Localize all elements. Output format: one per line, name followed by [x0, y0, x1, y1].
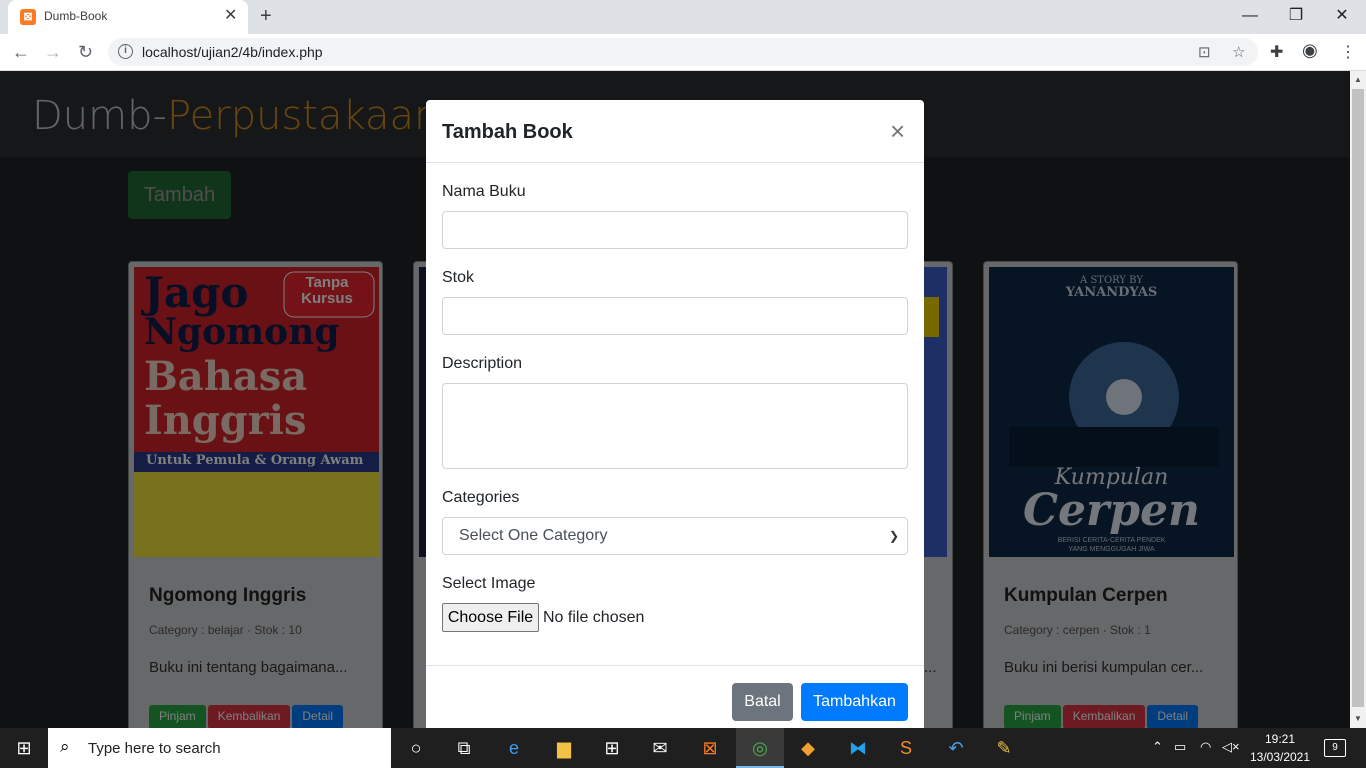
scroll-up-icon[interactable]: ▲ [1354, 75, 1362, 84]
choose-file-button[interactable]: Choose File [442, 603, 539, 632]
book-name-input[interactable] [442, 211, 908, 249]
notification-center-icon[interactable]: 9 [1324, 739, 1346, 757]
address-bar[interactable]: i localhost/ujian2/4b/index.php ⊡ ☆ [108, 38, 1258, 66]
menu-kebab-icon[interactable]: ⋮ [1340, 42, 1356, 62]
modal-header: Tambah Book × [426, 100, 924, 163]
extensions-puzzle-icon[interactable]: ✚ [1270, 42, 1283, 62]
windows-taskbar: ⊞ ⌕ Type here to search ○ ⧉ e ▆ ⊞ ✉ ⊠ ◎ … [0, 728, 1366, 768]
chevron-down-icon: ❯ [888, 529, 899, 543]
store-icon[interactable]: ⊞ [588, 728, 636, 768]
git-icon[interactable]: ◆ [784, 728, 832, 768]
info-icon[interactable]: i [118, 44, 133, 59]
app-arrow-icon[interactable]: ↶ [932, 728, 980, 768]
xampp-favicon-icon: ⊠ [20, 9, 36, 25]
taskbar-search[interactable]: ⌕ Type here to search [48, 728, 391, 768]
scroll-down-icon[interactable]: ▼ [1354, 714, 1362, 723]
page-scrollbar[interactable]: ▲ ▼ [1350, 71, 1366, 728]
edge-icon[interactable]: e [490, 728, 538, 768]
file-status-text: No file chosen [543, 609, 645, 626]
submit-button[interactable]: Tambahkan [801, 683, 908, 721]
forward-arrow-icon[interactable]: → [44, 41, 62, 63]
modal-close-icon[interactable]: × [890, 116, 905, 146]
categories-label: Categories [442, 489, 520, 506]
tray-chevron-up-icon[interactable]: ⌃ [1152, 739, 1163, 755]
modal-title: Tambah Book [442, 121, 573, 143]
paint-icon[interactable]: ✎ [980, 728, 1028, 768]
add-book-modal: Tambah Book × Nama Buku Stok Description… [426, 100, 924, 740]
task-view-icon[interactable]: ⧉ [440, 728, 488, 768]
volume-muted-icon[interactable]: ◁× [1222, 739, 1240, 755]
bookmark-star-icon[interactable]: ☆ [1232, 43, 1245, 61]
tab-title: Dumb-Book [44, 9, 108, 23]
search-icon: ⌕ [60, 737, 70, 756]
cortana-icon[interactable]: ○ [392, 728, 440, 768]
chrome-icon[interactable]: ◎ [736, 728, 784, 768]
cancel-button[interactable]: Batal [732, 683, 793, 721]
battery-icon[interactable]: ▭ [1174, 739, 1186, 755]
book-name-label: Nama Buku [442, 183, 526, 200]
tray-date[interactable]: 13/03/2021 [1248, 750, 1312, 764]
description-label: Description [442, 355, 523, 372]
stock-input[interactable] [442, 297, 908, 335]
new-tab-button[interactable]: + [260, 6, 272, 26]
tab-close-icon[interactable]: ✕ [224, 7, 237, 25]
profile-avatar-icon[interactable]: ◉ [1302, 40, 1318, 61]
mail-icon[interactable]: ✉ [636, 728, 684, 768]
reload-icon[interactable]: ↻ [78, 41, 93, 63]
wifi-icon[interactable]: ◠ [1200, 739, 1211, 755]
tray-time[interactable]: 19:21 [1250, 732, 1310, 746]
scroll-thumb[interactable] [1352, 89, 1364, 707]
back-arrow-icon[interactable]: ← [12, 41, 30, 63]
browser-toolbar: ← → ↻ i localhost/ujian2/4b/index.php ⊡ … [0, 34, 1366, 71]
category-select[interactable]: Select One Category ❯ [442, 517, 908, 555]
file-explorer-icon[interactable]: ▆ [540, 728, 588, 768]
taskbar-search-text[interactable]: Type here to search [88, 740, 221, 757]
description-textarea[interactable] [442, 383, 908, 469]
minimize-button[interactable]: — [1230, 4, 1270, 28]
window-close-button[interactable]: ✕ [1322, 4, 1362, 28]
vscode-icon[interactable]: ⧓ [834, 728, 882, 768]
translate-icon[interactable]: ⊡ [1198, 43, 1211, 61]
url-text[interactable]: localhost/ujian2/4b/index.php [142, 44, 323, 60]
maximize-button[interactable]: ❐ [1276, 4, 1316, 28]
sublime-icon[interactable]: S [882, 728, 930, 768]
stock-label: Stok [442, 269, 475, 286]
browser-tab[interactable]: ⊠ Dumb-Book ✕ [8, 0, 248, 34]
xampp-icon[interactable]: ⊠ [686, 728, 734, 768]
browser-tab-bar: ⊠ Dumb-Book ✕ + — ❐ ✕ [0, 0, 1366, 34]
category-selected-value: Select One Category [459, 527, 608, 544]
windows-start-icon[interactable]: ⊞ [0, 728, 48, 768]
image-label: Select Image [442, 575, 536, 592]
